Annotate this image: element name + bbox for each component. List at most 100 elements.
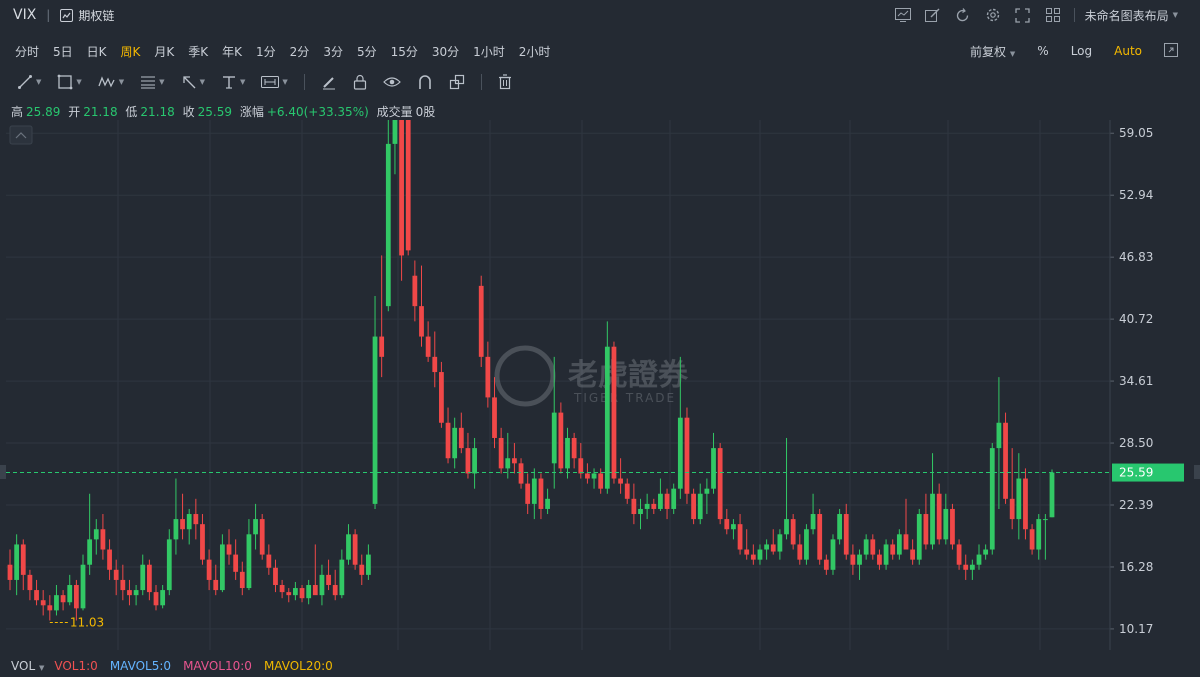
candlestick-chart[interactable]: 老虎證券 TIGER TRADE 89.6083.4977.3871.2765.… xyxy=(0,120,1200,650)
collapse-info-button[interactable] xyxy=(9,125,33,145)
arrow-tool-button[interactable]: ▼ xyxy=(181,68,205,96)
candle-body xyxy=(658,493,663,509)
scroll-left-handle[interactable] xyxy=(0,465,6,479)
lock-icon[interactable] xyxy=(353,68,367,96)
candle-body xyxy=(27,574,33,591)
candle-body xyxy=(312,585,318,596)
candle-body xyxy=(399,120,404,256)
candle-body xyxy=(697,493,703,520)
candle-body xyxy=(518,463,524,484)
candle-body xyxy=(292,588,298,596)
period-tab[interactable]: 2小时 xyxy=(519,43,551,60)
candle-body xyxy=(67,585,73,603)
wave-pattern-icon xyxy=(98,76,115,88)
eye-icon[interactable] xyxy=(382,68,401,96)
percent-toggle[interactable]: % xyxy=(1037,44,1048,58)
grid-layout-icon[interactable] xyxy=(1038,8,1068,22)
auto-scale-toggle[interactable]: Auto xyxy=(1114,44,1142,58)
candle-body xyxy=(896,534,902,555)
candle-body xyxy=(644,503,650,509)
log-toggle[interactable]: Log xyxy=(1071,44,1092,58)
tiger-logo-icon xyxy=(494,345,556,407)
candle-body xyxy=(259,519,265,555)
trash-icon[interactable] xyxy=(498,68,512,96)
candle-body xyxy=(717,448,723,520)
open-label: 开 xyxy=(68,105,81,119)
option-chain-button[interactable]: 期权链 xyxy=(60,7,114,24)
period-tab[interactable]: 2分 xyxy=(290,43,310,60)
period-tab[interactable]: 5日 xyxy=(53,43,73,60)
volume-indicator-dropdown[interactable]: VOL ▼ xyxy=(11,659,44,673)
y-tick-label: 59.05 xyxy=(1119,126,1153,140)
shape-tool-button[interactable]: ▼ xyxy=(57,68,82,96)
candle-body xyxy=(200,524,205,560)
adjust-dropdown[interactable]: 前复权 ▼ xyxy=(970,43,1015,60)
candle-body xyxy=(963,564,969,570)
candle-body xyxy=(339,559,345,596)
candle-body xyxy=(219,544,225,591)
last-price-label: 25.59 xyxy=(1119,466,1153,480)
period-tab[interactable]: 年K xyxy=(222,43,242,60)
candle-body xyxy=(286,592,292,596)
candle-body xyxy=(512,458,517,464)
candle-body xyxy=(757,549,763,560)
ticker-symbol[interactable]: VIX xyxy=(13,7,36,23)
period-tab[interactable]: 月K xyxy=(154,43,174,60)
period-tab[interactable]: 1小时 xyxy=(473,43,505,60)
fullscreen-icon[interactable] xyxy=(1008,7,1038,23)
candle-body xyxy=(684,417,690,494)
text-tool-button[interactable]: ▼ xyxy=(221,68,245,96)
y-tick-label: 52.94 xyxy=(1119,188,1153,202)
candle-body xyxy=(458,427,464,449)
candle-body xyxy=(405,120,411,251)
candle-body xyxy=(1049,472,1055,518)
candle-body xyxy=(140,564,146,591)
candle-body xyxy=(1003,422,1008,499)
candle-body xyxy=(784,519,789,535)
settings-gear-icon[interactable] xyxy=(978,7,1008,23)
candle-body xyxy=(133,590,139,596)
scroll-right-handle[interactable] xyxy=(1194,465,1200,479)
y-tick-label: 40.72 xyxy=(1119,312,1153,326)
candle-body xyxy=(34,590,39,601)
candle-body xyxy=(127,590,132,596)
chart-layout-dropdown[interactable]: 未命名图表布局 ▼ xyxy=(1085,7,1178,24)
line-tool-button[interactable]: ▼ xyxy=(17,68,41,96)
measure-tool-button[interactable]: ▼ xyxy=(261,68,288,96)
candle-body xyxy=(465,448,471,474)
period-tab[interactable]: 15分 xyxy=(391,43,418,60)
high-value: 25.89 xyxy=(26,105,61,119)
adjust-label: 前复权 xyxy=(970,44,1007,59)
magnet-icon[interactable] xyxy=(417,68,433,96)
candle-body xyxy=(525,483,531,504)
pencil-icon[interactable] xyxy=(321,68,337,96)
refresh-icon[interactable] xyxy=(948,7,978,23)
candle-body xyxy=(193,514,199,525)
candle-body xyxy=(439,372,444,423)
period-tab[interactable]: 分时 xyxy=(15,43,39,60)
candle-body xyxy=(213,579,219,591)
fibonacci-tool-button[interactable]: ▼ xyxy=(140,68,165,96)
expand-icon[interactable] xyxy=(1164,42,1178,60)
period-tab[interactable]: 30分 xyxy=(432,43,459,60)
period-tab[interactable]: 日K xyxy=(87,43,107,60)
divider xyxy=(480,74,482,90)
period-tab-active[interactable]: 周K xyxy=(121,43,141,60)
candle-body xyxy=(631,498,637,515)
period-tab[interactable]: 5分 xyxy=(357,43,377,60)
candle-body xyxy=(93,529,99,540)
chart-board-icon[interactable] xyxy=(888,8,918,22)
candle-body xyxy=(505,458,511,469)
period-tab[interactable]: 3分 xyxy=(323,43,343,60)
period-tab[interactable]: 1分 xyxy=(256,43,276,60)
period-tab[interactable]: 季K xyxy=(188,43,208,60)
copy-icon[interactable] xyxy=(449,68,465,96)
chevron-down-icon: ▼ xyxy=(1009,49,1016,58)
candle-body xyxy=(585,473,590,479)
edit-icon[interactable] xyxy=(918,8,948,23)
candle-body xyxy=(989,448,995,550)
pattern-tool-button[interactable]: ▼ xyxy=(98,68,124,96)
candle-body xyxy=(392,120,398,144)
candle-body xyxy=(107,549,112,570)
candle-body xyxy=(273,567,278,586)
